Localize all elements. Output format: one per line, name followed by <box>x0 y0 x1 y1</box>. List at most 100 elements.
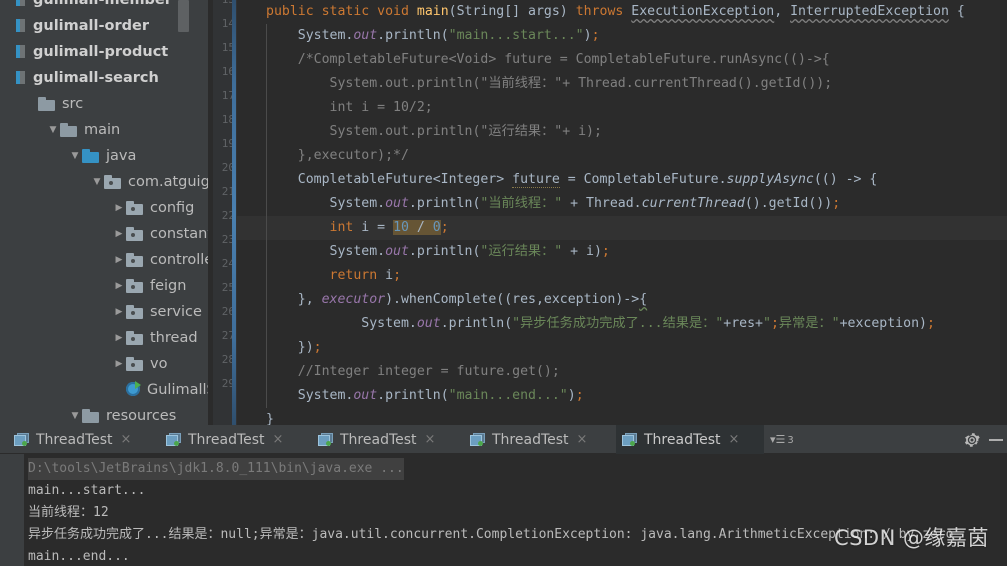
tree-item-thread[interactable]: ▶ thread <box>0 325 213 351</box>
code-fold-guide <box>266 312 267 336</box>
chevron-right-icon[interactable]: ▶ <box>112 195 126 221</box>
run-tab[interactable]: ThreadTest × <box>616 425 764 454</box>
code-fold-guide <box>266 24 267 48</box>
code-fold-guide <box>266 168 267 192</box>
tree-item-config[interactable]: ▶ config <box>0 195 213 221</box>
tree-item-gulimallsearc[interactable]: GulimallSearc <box>0 377 213 403</box>
chevron-down-icon[interactable]: ▼ <box>68 403 82 425</box>
tree-item-label: constant <box>150 226 213 242</box>
project-tree-panel[interactable]: gulimall-member gulimall-order gulimall-pr… <box>0 0 213 425</box>
console-output[interactable]: D:\tools\JetBrains\jdk1.8.0_111\bin\java… <box>24 454 1007 566</box>
chevron-right-icon[interactable]: ▶ <box>112 273 126 299</box>
console-line: D:\tools\JetBrains\jdk1.8.0_111\bin\java… <box>28 458 1007 480</box>
tab-overflow-count: 3 <box>787 435 794 446</box>
run-tab[interactable]: ThreadTest × <box>464 425 604 454</box>
tree-item-label: GulimallSearc <box>147 382 213 398</box>
code-line[interactable]: System.out.println("main...start..."); <box>237 24 1007 48</box>
code-line[interactable]: System.out.println("异步任务成功完成了...结果是："+re… <box>237 312 1007 336</box>
code-line[interactable]: System.out.println("当前线程："+ Thread.curre… <box>237 72 1007 96</box>
chevron-right-icon[interactable]: ▶ <box>112 351 126 377</box>
project-scrollbar-thumb[interactable] <box>178 0 189 32</box>
tree-item-com-atguigu-gu[interactable]: ▼com.atguigu.gu <box>0 169 213 195</box>
code-line[interactable]: }); <box>237 336 1007 360</box>
run-tab[interactable]: ThreadTest × <box>160 425 300 454</box>
tree-item-src[interactable]: src <box>0 91 213 117</box>
console-toolbar[interactable] <box>0 454 24 566</box>
code-fold-guide <box>266 192 267 216</box>
code-line[interactable]: //Integer integer = future.get(); <box>237 360 1007 384</box>
code-line[interactable]: int i = 10 / 0; <box>237 216 1007 240</box>
code-line[interactable]: System.out.println("运行结果：" + i); <box>237 240 1007 264</box>
code-line[interactable]: CompletableFuture<Integer> future = Comp… <box>237 168 1007 192</box>
tree-item-service[interactable]: ▶ service <box>0 299 213 325</box>
folder-icon <box>60 123 78 137</box>
code-line[interactable]: System.out.println("当前线程：" + Thread.curr… <box>237 192 1007 216</box>
code-line[interactable]: int i = 10/2; <box>237 96 1007 120</box>
chevron-down-icon[interactable]: ▼ <box>90 169 104 195</box>
package-icon <box>126 201 144 215</box>
close-icon[interactable]: × <box>729 425 740 454</box>
tree-item-label: resources <box>106 408 177 424</box>
close-icon[interactable]: × <box>121 425 132 454</box>
tree-item-controller[interactable]: ▶ controller <box>0 247 213 273</box>
chevron-right-icon[interactable]: ▶ <box>112 221 126 247</box>
code-line[interactable]: public static void main(String[] args) t… <box>237 0 1007 24</box>
code-fold-guide <box>266 336 267 360</box>
minimize-icon[interactable] <box>989 439 1003 441</box>
folder-icon <box>82 149 100 163</box>
tree-item-label: vo <box>150 356 168 372</box>
module-icon <box>16 0 27 7</box>
run-configuration-icon <box>166 433 181 446</box>
gear-icon[interactable] <box>963 431 981 449</box>
tree-item-java[interactable]: ▼ java <box>0 143 213 169</box>
code-fold-guide <box>266 360 267 384</box>
tree-item-label: gulimall-product <box>33 44 169 60</box>
close-icon[interactable]: × <box>273 425 284 454</box>
run-status-dot <box>630 441 635 446</box>
code-line[interactable]: },executor);*/ <box>237 144 1007 168</box>
code-fold-guide <box>266 120 267 144</box>
tree-item-gulimall-product[interactable]: gulimall-product <box>0 39 213 65</box>
tree-item-constant[interactable]: ▶ constant <box>0 221 213 247</box>
tab-overflow-button[interactable]: ▾☰ 3 <box>770 425 794 454</box>
module-icon <box>16 70 27 85</box>
run-tab[interactable]: ThreadTest × <box>8 425 148 454</box>
editor-code-area[interactable]: public static void main(String[] args) t… <box>237 0 1007 425</box>
folder-icon <box>82 409 100 423</box>
code-line[interactable]: System.out.println("运行结果："+ i); <box>237 120 1007 144</box>
tree-item-label: config <box>150 200 195 216</box>
chevron-right-icon[interactable]: ▶ <box>112 299 126 325</box>
code-line[interactable]: /*CompletableFuture<Void> future = Compl… <box>237 48 1007 72</box>
code-fold-guide <box>266 216 267 240</box>
run-status-dot <box>22 441 27 446</box>
tree-item-label: java <box>106 148 137 164</box>
run-tool-window: ThreadTest × ThreadTest × ThreadTest × ThreadT… <box>0 425 1007 566</box>
code-line[interactable]: return i; <box>237 264 1007 288</box>
chevron-right-icon[interactable]: ▶ <box>112 325 126 351</box>
code-line[interactable]: System.out.println("main...end..."); <box>237 384 1007 408</box>
run-configuration-icon <box>14 433 29 446</box>
package-icon <box>126 331 144 345</box>
run-tab[interactable]: ThreadTest × <box>312 425 452 454</box>
run-tab-label: ThreadTest <box>188 432 265 448</box>
code-editor[interactable]: 1314151617181920212223242526272829 publi… <box>213 0 1007 425</box>
tree-item-resources[interactable]: ▼ resources <box>0 403 213 425</box>
tree-item-vo[interactable]: ▶ vo <box>0 351 213 377</box>
tree-item-gulimall-search[interactable]: gulimall-search <box>0 65 213 91</box>
chevron-down-icon[interactable]: ▼ <box>46 117 60 143</box>
close-icon[interactable]: × <box>577 425 588 454</box>
package-icon <box>104 175 122 189</box>
code-line[interactable]: }, executor).whenComplete((res,exception… <box>237 288 1007 312</box>
project-scrollbar-track[interactable] <box>178 0 201 425</box>
chevron-right-icon[interactable]: ▶ <box>112 247 126 273</box>
close-icon[interactable]: × <box>425 425 436 454</box>
package-icon <box>126 357 144 371</box>
tree-item-feign[interactable]: ▶ feign <box>0 273 213 299</box>
code-line[interactable]: } <box>237 408 1007 425</box>
code-fold-guide <box>266 384 267 408</box>
chevron-down-icon[interactable]: ▼ <box>68 143 82 169</box>
tree-item-main[interactable]: ▼ main <box>0 117 213 143</box>
run-tab-label: ThreadTest <box>340 432 417 448</box>
run-configuration-icon <box>622 433 637 446</box>
run-status-dot <box>174 441 179 446</box>
